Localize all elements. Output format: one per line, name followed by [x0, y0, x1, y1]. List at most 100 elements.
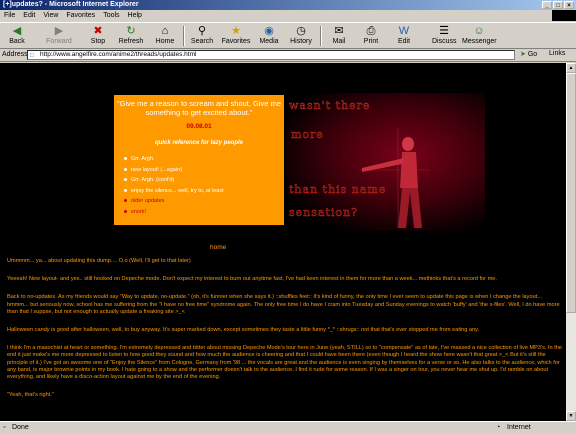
media-button[interactable]: ◉ Media	[258, 25, 280, 48]
bullet-icon	[124, 178, 127, 182]
nav-item[interactable]: Grr. Argh.	[124, 154, 274, 165]
art-text-line: more	[291, 128, 324, 142]
internet-zone-icon: ◔	[496, 424, 501, 431]
paragraph: I think I'm a masochist at heart or some…	[7, 345, 562, 381]
media-icon: ◉	[264, 25, 274, 37]
messenger-button[interactable]: ☺ Messenger	[462, 25, 497, 48]
edit-icon: W	[398, 25, 410, 37]
back-button[interactable]: ◀ Back	[4, 25, 30, 48]
nav-item[interactable]: enjoy the silence... well, try to, at le…	[124, 186, 274, 197]
window-title: [+]updates? - Microsoft Internet Explore…	[3, 1, 139, 8]
maximize-button[interactable]: □	[553, 1, 563, 9]
forward-label: Forward	[46, 38, 72, 45]
bullet-icon	[124, 199, 127, 203]
search-button[interactable]: ⚲ Search	[190, 25, 214, 48]
security-zone: Internet	[507, 424, 531, 431]
go-button[interactable]: ➤ Go	[520, 50, 537, 58]
art-text-line: than this name	[289, 183, 387, 197]
bullet-icon	[124, 209, 127, 213]
discuss-button[interactable]: ☰ Discuss	[432, 25, 457, 48]
scroll-down-arrow-icon[interactable]: ▼	[566, 411, 576, 421]
stop-icon: ✖	[93, 25, 103, 37]
title-bar: [+]updates? - Microsoft Internet Explore…	[0, 0, 576, 10]
favorites-icon: ★	[231, 25, 241, 37]
search-icon: ⚲	[197, 25, 207, 37]
quick-reference-heading: quick reference for lazy people	[154, 140, 244, 146]
menu-bar: File Edit View Favorites Tools Help	[0, 10, 576, 21]
quick-nav-list: Grr. Argh. new layout! (...again) Grr. A…	[124, 154, 274, 217]
history-button[interactable]: ◷ History	[289, 25, 313, 48]
menu-view[interactable]: View	[39, 12, 62, 19]
bullet-icon	[124, 188, 127, 192]
home-label: Home	[155, 38, 175, 45]
refresh-icon: ↻	[126, 25, 136, 37]
header-box: "Give me a reason to scream and shout, G…	[114, 95, 284, 225]
vertical-scrollbar[interactable]: ▲ ▼	[566, 63, 576, 421]
art-text-line: wasn't there	[289, 99, 371, 113]
search-label: Search	[190, 38, 214, 45]
status-text: Done	[12, 424, 29, 431]
nav-item-label: Grr. Argh.	[131, 156, 155, 162]
discuss-label: Discuss	[432, 38, 457, 45]
menu-help[interactable]: Help	[124, 12, 146, 19]
update-article: Ummmm... ya... about updating this dump.…	[7, 258, 563, 410]
paragraph: Back to no-updates. As my friends would …	[7, 294, 560, 315]
status-bar: ▫ Done ◔ Internet	[0, 421, 576, 433]
address-url: http://www.angelfire.com/anime2/threads/…	[40, 51, 197, 58]
links-button[interactable]: Links	[549, 50, 565, 57]
address-input[interactable]: □ http://www.angelfire.com/anime2/thread…	[27, 50, 515, 60]
address-label: Address	[2, 51, 28, 58]
favorites-label: Favorites	[221, 38, 251, 45]
nav-item-snork[interactable]: snork!	[124, 207, 274, 218]
stop-button[interactable]: ✖ Stop	[88, 25, 108, 48]
forward-arrow-icon: ▶	[54, 25, 64, 37]
menu-edit[interactable]: Edit	[19, 12, 39, 19]
header-quote: "Give me a reason to scream and shout, G…	[117, 99, 281, 117]
favorites-button[interactable]: ★ Favorites	[221, 25, 251, 48]
page-done-icon: ▫	[3, 424, 6, 431]
update-date: 09.08.01	[186, 123, 212, 130]
forward-button[interactable]: ▶ Forward	[44, 25, 74, 48]
history-icon: ◷	[296, 25, 306, 37]
address-bar: Address □ http://www.angelfire.com/anime…	[0, 49, 576, 62]
menu-favorites[interactable]: Favorites	[62, 12, 99, 19]
nav-item-label: enjoy the silence... well, try to, at le…	[131, 187, 224, 194]
minimize-button[interactable]: _	[542, 1, 552, 9]
art-text-line: sensation?	[289, 206, 358, 220]
windows-logo-icon	[552, 10, 576, 21]
paragraph: Ummmm... ya... about updating this dump.…	[7, 258, 191, 264]
scroll-thumb[interactable]	[566, 73, 576, 313]
nav-item[interactable]: new layout! (...again)	[124, 165, 274, 176]
stop-label: Stop	[90, 38, 106, 45]
go-label: Go	[527, 51, 538, 58]
bullet-icon	[124, 157, 127, 161]
media-label: Media	[259, 38, 279, 45]
edit-button[interactable]: W Edit	[394, 25, 414, 48]
refresh-button[interactable]: ↻ Refresh	[118, 25, 144, 48]
nav-item-label: snork!	[131, 208, 146, 215]
mail-label: Mail	[332, 38, 346, 45]
header-art-image: wasn't there more than this name sensati…	[285, 93, 485, 231]
refresh-label: Refresh	[118, 38, 144, 45]
home-button[interactable]: ⌂ Home	[154, 25, 176, 48]
nav-item-older-updates[interactable]: older updates	[124, 196, 274, 207]
print-button[interactable]: ⎙ Print	[362, 25, 380, 48]
home-link[interactable]: home	[210, 244, 226, 251]
print-icon: ⎙	[366, 25, 376, 37]
page-icon: □	[30, 53, 34, 59]
mail-button[interactable]: ✉ Mail	[328, 25, 350, 48]
edit-label: Edit	[397, 38, 411, 45]
menu-file[interactable]: File	[0, 12, 19, 19]
back-arrow-icon: ◀	[12, 25, 22, 37]
paragraph: Halloween candy is good after halloween,…	[7, 327, 480, 334]
menu-tools[interactable]: Tools	[99, 12, 123, 19]
messenger-label: Messenger	[462, 38, 497, 45]
nav-item-label: older updates	[131, 198, 165, 204]
mail-icon: ✉	[334, 25, 344, 37]
scroll-up-arrow-icon[interactable]: ▲	[566, 63, 576, 73]
discuss-icon: ☰	[439, 25, 449, 37]
close-button[interactable]: ×	[564, 1, 574, 9]
figure-silhouette-icon	[360, 128, 430, 228]
toolbar: ◀ Back ▶ Forward ✖ Stop ↻ Refresh ⌂ Home…	[0, 22, 576, 49]
nav-item[interactable]: Grr. Argh. (cont'd)	[124, 175, 274, 186]
